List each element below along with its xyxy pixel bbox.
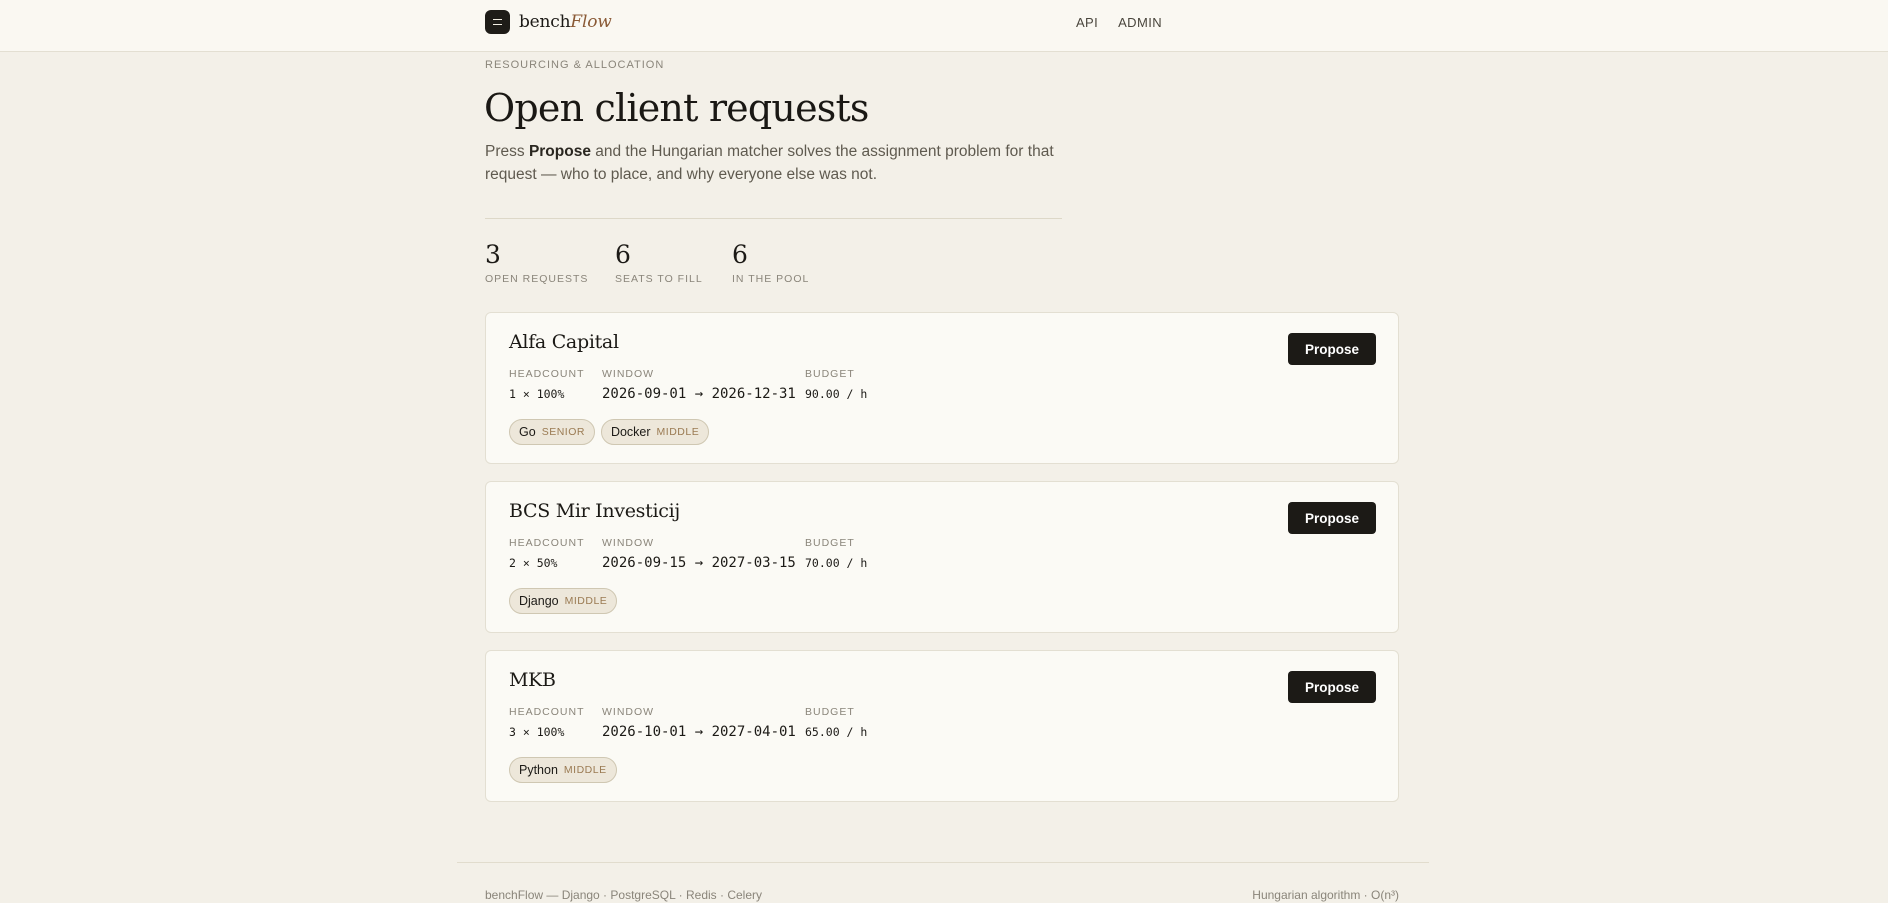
section-eyebrow: RESOURCING & ALLOCATION [485, 59, 665, 71]
field-label: BUDGET [805, 368, 855, 380]
window-field: WINDOW 2026-09-01 → 2026-12-31 [602, 368, 796, 402]
headcount-value: 2 × 50% [509, 556, 558, 570]
field-label: WINDOW [602, 537, 655, 549]
field-label: BUDGET [805, 706, 855, 718]
skill-name: Django [519, 594, 559, 608]
request-card-mkb: MKB HEADCOUNT 3 × 100% WINDOW 2026-10-01… [485, 650, 1399, 802]
field-label: WINDOW [602, 706, 655, 718]
stat-label: IN THE POOL [732, 273, 810, 285]
client-name: MKB [509, 669, 556, 691]
client-name: BCS Mir Investicij [509, 500, 680, 522]
skill-chips: Django MIDDLE [509, 588, 618, 614]
field-label: WINDOW [602, 368, 655, 380]
top-nav: API ADMIN [1076, 15, 1162, 30]
budget-value: 70.00 / h [805, 556, 868, 570]
propose-button[interactable]: Propose [1288, 671, 1376, 703]
skill-name: Go [519, 425, 536, 439]
skill-chips: Go SENIOR Docker MIDDLE [509, 419, 710, 445]
budget-field: BUDGET 65.00 / h [805, 706, 867, 739]
skill-chip: Django MIDDLE [509, 588, 618, 614]
field-label: HEADCOUNT [509, 368, 585, 380]
stat-label: OPEN REQUESTS [485, 273, 589, 285]
propose-button[interactable]: Propose [1288, 333, 1376, 365]
top-bar: benchFlow API ADMIN [0, 0, 1888, 52]
headcount-value: 3 × 100% [509, 725, 565, 739]
budget-field: BUDGET 90.00 / h [805, 368, 867, 401]
stat-seats-to-fill: 6 SEATS TO FILL [615, 240, 703, 286]
request-card-alfa-capital: Alfa Capital HEADCOUNT 1 × 100% WINDOW 2… [485, 312, 1399, 464]
nav-link-api[interactable]: API [1076, 15, 1098, 30]
stat-label: SEATS TO FILL [615, 273, 703, 285]
budget-value: 90.00 / h [805, 387, 868, 401]
skill-level: MIDDLE [564, 595, 608, 607]
skill-chip: Docker MIDDLE [600, 419, 710, 445]
window-field: WINDOW 2026-10-01 → 2027-04-01 [602, 706, 796, 740]
skill-name: Docker [610, 425, 651, 439]
propose-button[interactable]: Propose [1288, 502, 1376, 534]
window-field: WINDOW 2026-09-15 → 2027-03-15 [602, 537, 796, 571]
request-card-bcs-mir-investicij: BCS Mir Investicij HEADCOUNT 2 × 50% WIN… [485, 481, 1399, 633]
field-label: BUDGET [805, 537, 855, 549]
nav-link-admin[interactable]: ADMIN [1118, 15, 1162, 30]
skill-chips: Python MIDDLE [509, 757, 617, 783]
menu-logo-icon [485, 10, 510, 34]
headcount-value: 1 × 100% [509, 387, 565, 401]
field-label: HEADCOUNT [509, 706, 585, 718]
skill-level: MIDDLE [656, 426, 700, 438]
brand-name: benchFlow [519, 12, 612, 32]
footer-divider [457, 862, 1429, 863]
stat-value: 6 [732, 240, 748, 269]
skill-chip: Python MIDDLE [509, 757, 617, 783]
divider [485, 218, 1062, 219]
skill-level: SENIOR [541, 426, 585, 438]
skill-name: Python [519, 763, 558, 777]
stat-in-the-pool: 6 IN THE POOL [732, 240, 810, 286]
client-name: Alfa Capital [509, 331, 619, 353]
budget-value: 65.00 / h [805, 725, 868, 739]
skill-level: MIDDLE [563, 764, 607, 776]
window-value: 2026-09-01 → 2026-12-31 [602, 386, 796, 402]
headcount-field: HEADCOUNT 3 × 100% [509, 706, 585, 739]
stat-value: 6 [615, 240, 631, 269]
window-value: 2026-09-15 → 2027-03-15 [602, 555, 796, 571]
brand[interactable]: benchFlow [485, 10, 612, 34]
footer-algorithm: Hungarian algorithm · O(n³) [1252, 888, 1399, 902]
page-description: Press Propose and the Hungarian matcher … [485, 143, 1054, 183]
field-label: HEADCOUNT [509, 537, 585, 549]
footer-stack: benchFlow — Django · PostgreSQL · Redis … [485, 888, 762, 902]
skill-chip: Go SENIOR [509, 419, 595, 445]
stat-open-requests: 3 OPEN REQUESTS [485, 240, 589, 286]
stat-value: 3 [485, 240, 501, 269]
headcount-field: HEADCOUNT 2 × 50% [509, 537, 585, 570]
window-value: 2026-10-01 → 2027-04-01 [602, 724, 796, 740]
page-title: Open client requests [484, 86, 869, 130]
budget-field: BUDGET 70.00 / h [805, 537, 867, 570]
headcount-field: HEADCOUNT 1 × 100% [509, 368, 585, 401]
